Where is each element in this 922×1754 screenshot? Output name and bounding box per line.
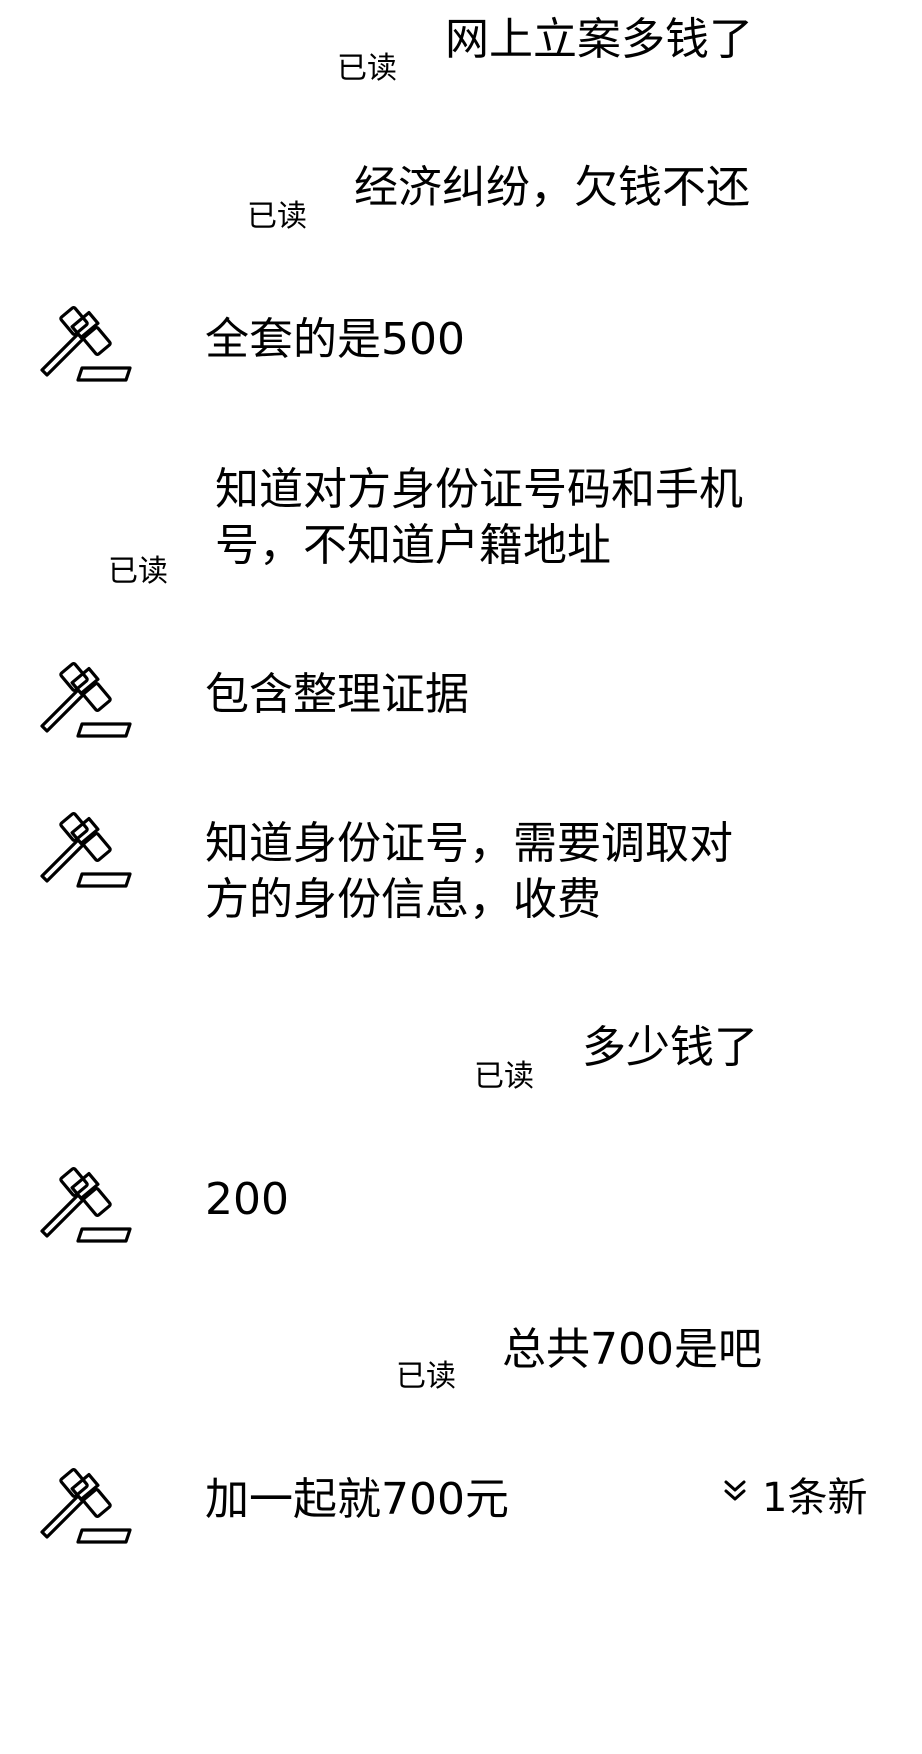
gavel-icon [40, 306, 132, 382]
avatar[interactable] [34, 1454, 134, 1554]
message-text[interactable]: 200 [205, 1172, 289, 1228]
read-status: 已读 [247, 199, 307, 234]
double-chevron-down-icon [722, 1478, 748, 1510]
message-text[interactable]: 经济纠纷，欠钱不还 [354, 160, 750, 216]
message-text[interactable]: 加一起就700元 [205, 1472, 509, 1528]
read-status: 已读 [337, 51, 397, 86]
avatar[interactable] [34, 1153, 134, 1253]
chat-window: 已读 网上立案多钱了 已读 经济纠纷，欠钱不还 全套的是500 已读 知道对方身… [0, 0, 922, 1754]
gavel-icon [40, 662, 132, 738]
message-text[interactable]: 多少钱了 [582, 1020, 758, 1076]
new-messages-button[interactable]: 1条新 [722, 1466, 867, 1522]
avatar[interactable] [34, 292, 134, 392]
read-status: 已读 [474, 1059, 534, 1094]
message-text[interactable]: 总共700是吧 [502, 1322, 762, 1378]
read-status: 已读 [396, 1359, 456, 1394]
avatar[interactable] [34, 648, 134, 748]
message-text[interactable]: 包含整理证据 [205, 667, 469, 723]
gavel-icon [40, 1468, 132, 1544]
gavel-icon [40, 812, 132, 888]
read-status: 已读 [108, 554, 168, 589]
gavel-icon [40, 1167, 132, 1243]
new-messages-label: 1条新 [762, 1475, 868, 1521]
message-text[interactable]: 知道身份证号，需要调取对方的身份信息，收费 [205, 816, 765, 928]
message-text[interactable]: 全套的是500 [205, 312, 465, 368]
avatar[interactable] [34, 798, 134, 898]
message-text[interactable]: 网上立案多钱了 [445, 12, 753, 68]
message-text[interactable]: 知道对方身份证号码和手机号，不知道户籍地址 [215, 462, 780, 574]
